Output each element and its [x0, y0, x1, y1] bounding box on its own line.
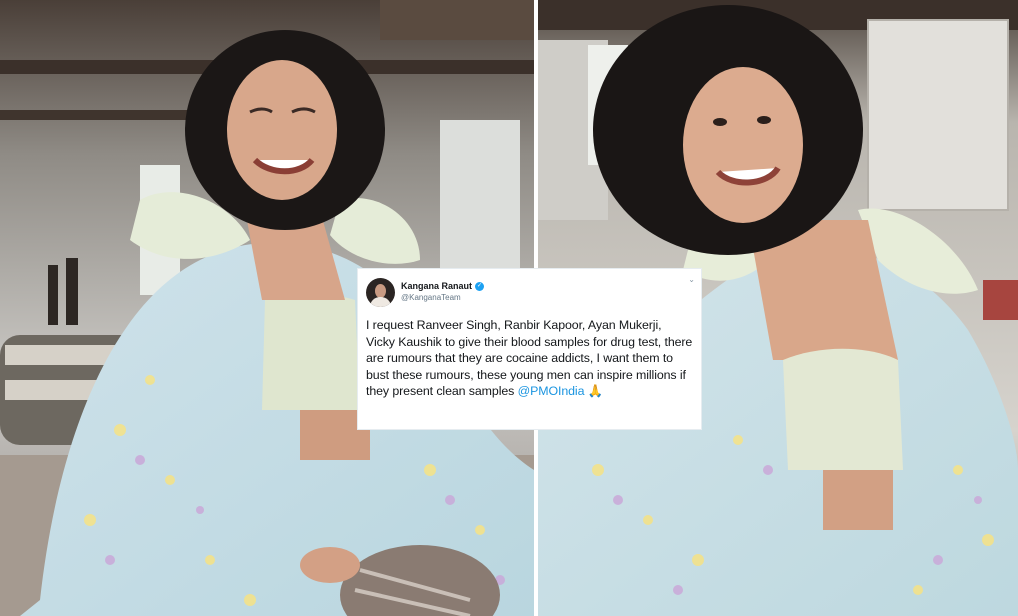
folded-hands-icon: 🙏	[587, 384, 604, 399]
avatar[interactable]	[366, 277, 395, 307]
chevron-down-icon[interactable]: ⌄	[688, 275, 695, 284]
tweet-text: I request Ranveer Singh, Ranbir Kapoor, …	[366, 317, 693, 400]
display-name-row: Kangana Ranaut ✓	[401, 280, 485, 292]
tweet-card: Kangana Ranaut ✓ @KanganaTeam ⌄ I reques…	[357, 268, 702, 430]
display-name[interactable]: Kangana Ranaut	[401, 280, 472, 292]
tweet-author: Kangana Ranaut ✓ @KanganaTeam	[401, 280, 485, 304]
tweet-header: Kangana Ranaut ✓ @KanganaTeam ⌄	[366, 275, 695, 309]
verified-icon: ✓	[475, 281, 485, 291]
user-handle[interactable]: @KanganaTeam	[401, 292, 484, 304]
mention-link[interactable]: @PMOIndia	[518, 384, 585, 398]
